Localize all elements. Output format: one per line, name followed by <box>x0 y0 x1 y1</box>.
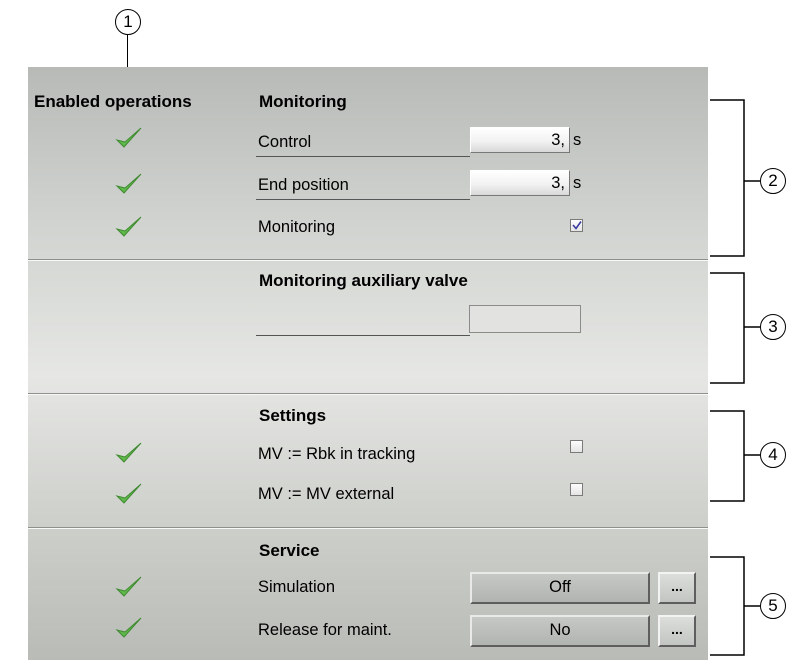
control-unit: s <box>573 131 582 149</box>
control-time-input[interactable]: 3, <box>470 127 570 153</box>
mv-rbk-checkbox[interactable] <box>570 440 583 453</box>
checkmark-icon <box>115 127 142 148</box>
callout-1: 1 <box>115 9 141 35</box>
end-position-underline <box>256 199 470 200</box>
callout-2: 2 <box>760 168 786 194</box>
monitoring-label: Monitoring <box>258 218 336 236</box>
callout-5: 5 <box>760 593 786 619</box>
end-position-time-input[interactable]: 3, <box>470 170 570 196</box>
release-maint-button[interactable]: No <box>470 615 650 647</box>
callout-4: 4 <box>760 442 786 468</box>
release-maint-more-button[interactable]: ... <box>658 615 696 647</box>
monitoring-header: Monitoring <box>259 92 347 111</box>
simulation-label: Simulation <box>258 578 336 596</box>
aux-valve-field <box>469 305 581 333</box>
monitoring-aux-valve-header: Monitoring auxiliary valve <box>259 271 468 290</box>
checkmark-icon <box>115 576 142 597</box>
section-divider <box>28 393 708 395</box>
section-divider <box>28 259 708 261</box>
checkmark-icon <box>115 483 142 504</box>
operations-panel: Enabled operations Monitoring Control 3,… <box>28 67 708 660</box>
control-underline <box>256 156 470 157</box>
release-maint-label: Release for maint. <box>258 621 392 639</box>
checkmark-icon <box>115 442 142 463</box>
settings-header: Settings <box>259 406 327 425</box>
checkmark-icon <box>115 173 142 194</box>
mv-external-checkbox[interactable] <box>570 483 583 496</box>
monitoring-checkbox[interactable] <box>570 219 583 232</box>
control-label: Control <box>258 133 312 151</box>
enabled-operations-header: Enabled operations <box>34 92 192 111</box>
simulation-button[interactable]: Off <box>470 572 650 604</box>
simulation-more-button[interactable]: ... <box>658 572 696 604</box>
end-position-label: End position <box>258 176 349 194</box>
checkmark-icon <box>115 216 142 237</box>
aux-valve-underline <box>256 335 470 336</box>
mv-rbk-label: MV := Rbk in tracking <box>258 445 416 463</box>
section-divider <box>28 527 708 529</box>
service-header: Service <box>259 541 320 560</box>
checkmark-icon <box>115 617 142 638</box>
mv-external-label: MV := MV external <box>258 485 395 503</box>
callout-3: 3 <box>760 314 786 340</box>
end-position-unit: s <box>573 174 582 192</box>
